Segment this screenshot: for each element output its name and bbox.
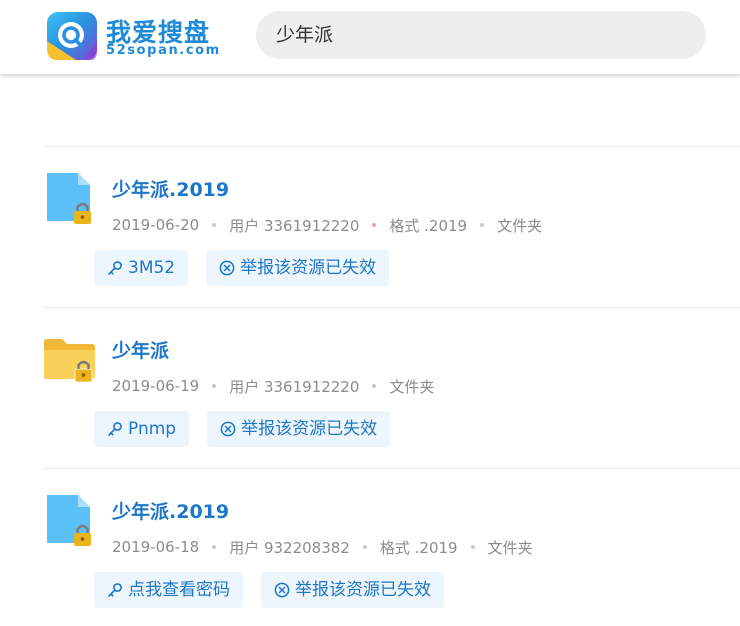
result-type: 文件夹: [389, 377, 435, 396]
view-password-label: 点我查看密码: [128, 580, 230, 600]
result-item: 少年派.2019 2019-06-18 用户 932208382 格式 .201…: [44, 468, 740, 626]
result-user: 用户 3361912220: [229, 216, 360, 235]
key-icon: [108, 583, 122, 597]
result-date: 2019-06-18: [112, 538, 200, 556]
result-item: 少年派 2019-06-19 用户 3361912220 文件夹 Pnmp 举报…: [44, 307, 740, 468]
key-icon: [108, 261, 122, 275]
separator-dot: [212, 384, 217, 388]
result-type: 文件夹: [497, 216, 543, 235]
result-user: 用户 3361912220: [229, 377, 360, 396]
site-logo[interactable]: 我爱搜盘 52sopan.com: [46, 11, 246, 63]
result-format: 格式 .2019: [379, 538, 458, 557]
result-list: 少年派.2019 2019-06-20 用户 3361912220 格式 .20…: [44, 146, 740, 626]
report-invalid-label: 举报该资源已失效: [295, 580, 431, 600]
result-format: 格式 .2019: [389, 216, 468, 235]
result-actions: Pnmp 举报该资源已失效: [94, 411, 391, 447]
extract-code-label: Pnmp: [128, 419, 177, 439]
result-actions: 3M52 举报该资源已失效: [94, 250, 390, 286]
result-type: 文件夹: [487, 538, 533, 557]
result-date: 2019-06-20: [112, 216, 200, 234]
extract-code-button[interactable]: 3M52: [94, 250, 189, 286]
report-invalid-label: 举报该资源已失效: [241, 419, 378, 439]
extract-code-label: 3M52: [128, 258, 176, 278]
logo-magnifier-icon: [47, 12, 97, 60]
close-circle-icon: [220, 421, 236, 437]
report-invalid-label: 举报该资源已失效: [240, 258, 377, 278]
result-user: 用户 932208382: [229, 538, 350, 557]
key-icon: [108, 422, 122, 436]
result-title[interactable]: 少年派.2019: [112, 175, 229, 202]
extract-code-button[interactable]: Pnmp: [94, 411, 190, 447]
separator-dot: [212, 223, 217, 227]
result-title[interactable]: 少年派: [112, 336, 169, 363]
close-circle-icon: [219, 260, 235, 276]
search-input[interactable]: 少年派: [256, 11, 706, 59]
separator-dot: [480, 223, 485, 227]
result-meta: 2019-06-18 用户 932208382 格式 .2019 文件夹: [112, 537, 533, 557]
close-circle-icon: [274, 582, 290, 598]
report-invalid-button[interactable]: 举报该资源已失效: [206, 250, 390, 286]
result-meta: 2019-06-19 用户 3361912220 文件夹: [112, 376, 434, 396]
file-lock-icon[interactable]: [44, 493, 96, 549]
report-invalid-button[interactable]: 举报该资源已失效: [207, 411, 391, 447]
folder-lock-icon[interactable]: [44, 332, 96, 388]
result-title[interactable]: 少年派.2019: [112, 497, 229, 524]
site-header: 我爱搜盘 52sopan.com 少年派: [0, 0, 740, 74]
view-password-button[interactable]: 点我查看密码: [94, 572, 243, 608]
file-lock-icon[interactable]: [44, 171, 96, 227]
separator-dot: [372, 223, 377, 227]
separator-dot: [470, 545, 475, 549]
result-actions: 点我查看密码 举报该资源已失效: [94, 572, 444, 608]
report-invalid-button[interactable]: 举报该资源已失效: [261, 572, 444, 608]
result-meta: 2019-06-20 用户 3361912220 格式 .2019 文件夹: [112, 215, 542, 235]
logo-domain: 52sopan.com: [106, 43, 221, 58]
separator-dot: [212, 545, 217, 549]
separator-dot: [362, 545, 367, 549]
result-date: 2019-06-19: [112, 377, 200, 395]
result-item: 少年派.2019 2019-06-20 用户 3361912220 格式 .20…: [44, 146, 740, 307]
separator-dot: [372, 384, 377, 388]
